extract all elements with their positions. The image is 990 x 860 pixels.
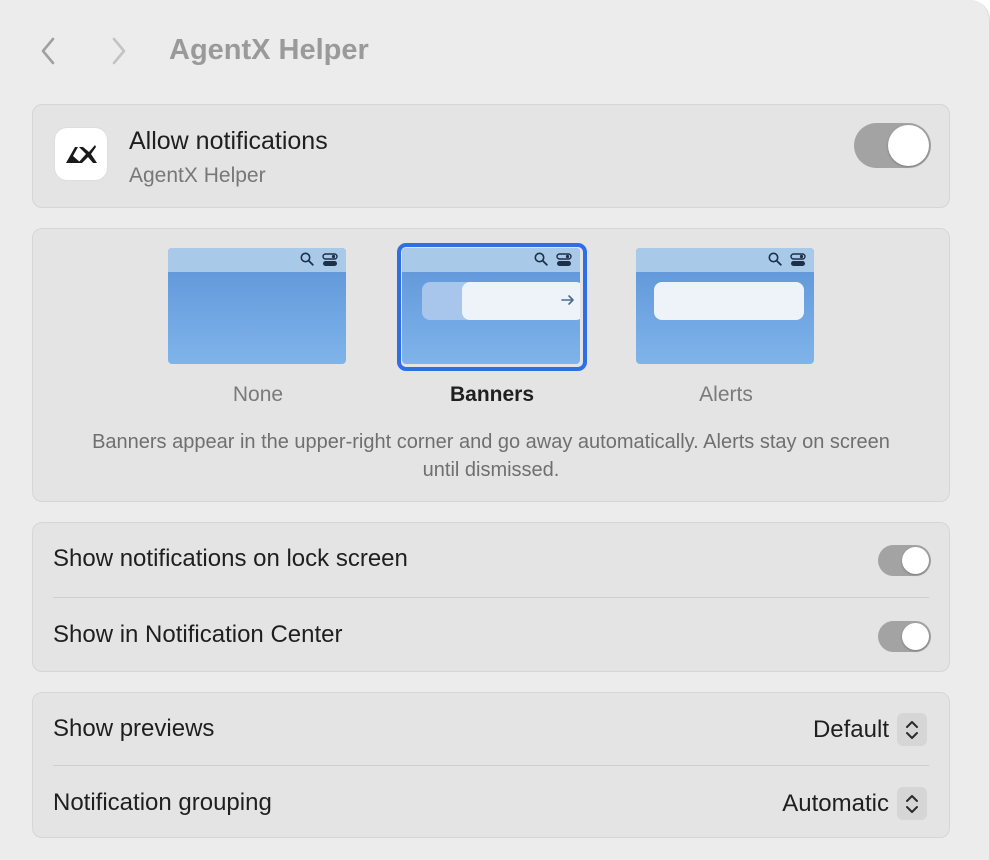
notification-grouping-popup[interactable]: Automatic (782, 787, 927, 820)
control-center-icon (322, 253, 338, 266)
menubar (402, 248, 580, 272)
menubar (636, 248, 814, 272)
alert-style-label: Banners (449, 383, 535, 406)
alert-style-description: Banners appear in the upper-right corner… (92, 431, 890, 481)
alerts-preview (636, 248, 814, 364)
chevron-right-icon (112, 37, 126, 65)
allow-notifications-label: Allow notifications (129, 127, 328, 155)
notification-center-label: Show in Notification Center (53, 621, 343, 648)
alert-style-none[interactable]: None (163, 247, 353, 411)
control-center-icon (790, 253, 806, 266)
none-preview (168, 248, 346, 364)
banner-sample (462, 282, 580, 320)
alert-sample (654, 282, 804, 320)
notification-grouping-label: Notification grouping (53, 789, 272, 816)
notification-center-toggle[interactable] (878, 621, 931, 652)
updown-chevron-icon (897, 787, 927, 820)
lock-screen-label: Show notifications on lock screen (53, 545, 408, 572)
show-previews-popup[interactable]: Default (813, 713, 927, 746)
arrow-right-icon (561, 295, 574, 305)
notification-grouping-value: Automatic (782, 789, 889, 817)
alert-style-label: None (232, 383, 284, 406)
alert-style-card: None Banners Alerts Banners appear in th… (32, 228, 950, 502)
preview-grouping-card: Show previews Default Notification group… (32, 692, 950, 838)
row-divider (53, 597, 929, 598)
banners-preview (402, 248, 580, 364)
row-divider (53, 765, 929, 766)
settings-window: AgentX Helper Allow notifications AgentX… (0, 0, 990, 860)
alert-style-alerts[interactable]: Alerts (631, 247, 821, 411)
show-previews-label: Show previews (53, 715, 215, 742)
allow-notifications-toggle[interactable] (854, 123, 931, 168)
back-button[interactable] (34, 33, 62, 69)
alert-style-label: Alerts (699, 383, 753, 406)
search-icon (768, 252, 782, 266)
chevron-left-icon (41, 37, 55, 65)
toggle-knob (902, 623, 929, 650)
show-previews-value: Default (812, 715, 889, 743)
toggle-knob (902, 547, 929, 574)
visibility-card: Show notifications on lock screen Show i… (32, 522, 950, 672)
menubar (168, 248, 346, 272)
alert-style-banners[interactable]: Banners (397, 243, 587, 411)
app-name-label: AgentX Helper (129, 164, 266, 187)
toggle-knob (888, 125, 929, 166)
allow-notifications-card: Allow notifications AgentX Helper (32, 104, 950, 208)
updown-chevron-icon (897, 713, 927, 746)
app-icon (55, 128, 107, 180)
lock-screen-toggle[interactable] (878, 545, 931, 576)
agentx-logo-icon (66, 145, 97, 163)
forward-button[interactable] (105, 33, 133, 69)
search-icon (300, 252, 314, 266)
window-title: AgentX Helper (169, 34, 369, 66)
search-icon (534, 252, 548, 266)
toolbar: AgentX Helper (0, 0, 990, 104)
control-center-icon (556, 253, 572, 266)
